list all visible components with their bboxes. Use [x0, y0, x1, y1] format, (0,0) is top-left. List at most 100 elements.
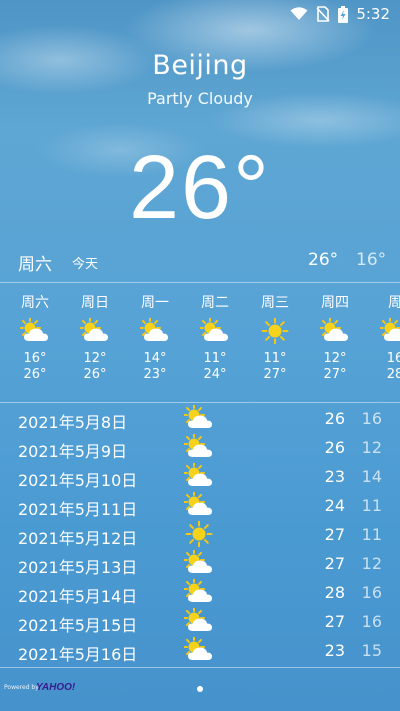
forecast-low: 14°	[143, 351, 167, 366]
forecast-day: 周三	[261, 295, 289, 311]
daily-date: 2021年5月9日	[18, 442, 128, 461]
forecast-day: 周四	[321, 295, 349, 311]
forecast-high: 24°	[203, 367, 227, 382]
forecast-low: 16	[386, 351, 400, 366]
partly-cloudy-icon	[183, 491, 214, 522]
partly-cloudy-icon	[183, 433, 214, 464]
daily-date: 2021年5月8日	[18, 413, 128, 432]
forecast-column: 周四 12° 27°	[315, 286, 355, 382]
divider	[0, 282, 400, 283]
forecast-column: 周六 16° 26°	[15, 286, 55, 382]
forecast-strip[interactable]: 周六 16° 26° 周日 12° 26° 周一 14° 23° 周二 11° …	[0, 286, 400, 400]
forecast-column: 周二 11° 24°	[195, 286, 235, 382]
daily-low: 12	[361, 438, 382, 457]
partly-cloudy-icon	[183, 607, 214, 638]
partly-cloudy-icon	[183, 636, 214, 667]
forecast-low: 12°	[323, 351, 347, 366]
daily-low: 15	[361, 641, 382, 660]
daily-low: 11	[361, 496, 382, 515]
partly-cloudy-icon	[375, 314, 400, 348]
forecast-column: 周一 14° 23°	[135, 286, 175, 382]
forecast-high: 28	[386, 367, 400, 382]
forecast-high: 26°	[23, 367, 47, 382]
forecast-day: 周	[388, 295, 400, 311]
daily-high: 24	[324, 496, 345, 515]
daily-date: 2021年5月13日	[18, 558, 138, 577]
daily-high: 28	[324, 583, 345, 602]
daily-low: 14	[361, 467, 382, 486]
partly-cloudy-icon	[183, 462, 214, 493]
partly-cloudy-icon	[15, 314, 55, 348]
daily-low: 12	[361, 554, 382, 573]
forecast-high: 27°	[263, 367, 287, 382]
forecast-day: 周二	[201, 295, 229, 311]
daily-row: 2021年5月12日 27 11	[0, 520, 400, 549]
daily-high: 23	[324, 467, 345, 486]
daily-low: 16	[361, 409, 382, 428]
current-temperature: 26°	[128, 138, 272, 238]
forecast-low: 11°	[203, 351, 227, 366]
forecast-day: 周六	[21, 295, 49, 311]
forecast-low: 11°	[263, 351, 287, 366]
divider	[0, 667, 400, 668]
status-time: 5:32	[356, 5, 390, 23]
battery-charging-icon	[338, 5, 349, 23]
daily-date: 2021年5月12日	[18, 529, 138, 548]
forecast-high: 26°	[83, 367, 107, 382]
page-indicator-dot	[197, 686, 203, 692]
sunny-icon	[184, 520, 214, 551]
daily-row: 2021年5月13日 27 12	[0, 549, 400, 578]
daily-low: 16	[361, 612, 382, 631]
yahoo-logo[interactable]: YAHOO!	[36, 682, 75, 693]
powered-by-label: Powered by	[4, 684, 39, 691]
forecast-day: 周一	[141, 295, 169, 311]
partly-cloudy-icon	[183, 578, 214, 609]
divider	[0, 402, 400, 403]
footer: Powered by YAHOO!	[0, 680, 400, 700]
daily-date: 2021年5月14日	[18, 587, 138, 606]
daily-row: 2021年5月14日 28 16	[0, 578, 400, 607]
daily-row: 2021年5月9日 26 12	[0, 433, 400, 462]
city-name: Beijing	[152, 50, 248, 81]
daily-forecast-list[interactable]: 2021年5月8日 26 16 2021年5月9日 26 12 2021年5月1…	[0, 404, 400, 665]
forecast-day: 周日	[81, 295, 109, 311]
today-high: 26°	[308, 250, 339, 270]
daily-low: 11	[361, 525, 382, 544]
forecast-low: 16°	[23, 351, 47, 366]
today-label: 今天	[72, 257, 99, 272]
partly-cloudy-icon	[183, 549, 214, 580]
forecast-column: 周三 11° 27°	[255, 286, 295, 382]
daily-high: 26	[324, 438, 345, 457]
daily-high: 23	[324, 641, 345, 660]
partly-cloudy-icon	[315, 314, 355, 348]
forecast-high: 27°	[323, 367, 347, 382]
forecast-low: 12°	[83, 351, 107, 366]
today-low: 16°	[356, 250, 387, 270]
daily-date: 2021年5月10日	[18, 471, 138, 490]
forecast-column: 周日 12° 26°	[75, 286, 115, 382]
no-sim-icon	[316, 6, 330, 22]
daily-high: 26	[324, 409, 345, 428]
today-summary: 周六 今天 26° 16°	[0, 250, 400, 275]
daily-high: 27	[324, 525, 345, 544]
today-weekday: 周六	[18, 255, 52, 275]
forecast-high: 23°	[143, 367, 167, 382]
daily-row: 2021年5月16日 23 15	[0, 636, 400, 665]
daily-low: 16	[361, 583, 382, 602]
status-bar: 5:32	[0, 0, 400, 28]
daily-date: 2021年5月11日	[18, 500, 138, 519]
daily-row: 2021年5月10日 23 14	[0, 462, 400, 491]
daily-row: 2021年5月15日 27 16	[0, 607, 400, 636]
daily-date: 2021年5月16日	[18, 645, 138, 664]
sunny-icon	[255, 314, 295, 348]
daily-high: 27	[324, 554, 345, 573]
partly-cloudy-icon	[183, 404, 214, 435]
partly-cloudy-icon	[135, 314, 175, 348]
partly-cloudy-icon	[75, 314, 115, 348]
daily-row: 2021年5月8日 26 16	[0, 404, 400, 433]
forecast-column: 周 16 28	[375, 286, 400, 382]
weather-condition: Partly Cloudy	[147, 89, 253, 108]
daily-date: 2021年5月15日	[18, 616, 138, 635]
partly-cloudy-icon	[195, 314, 235, 348]
daily-row: 2021年5月11日 24 11	[0, 491, 400, 520]
